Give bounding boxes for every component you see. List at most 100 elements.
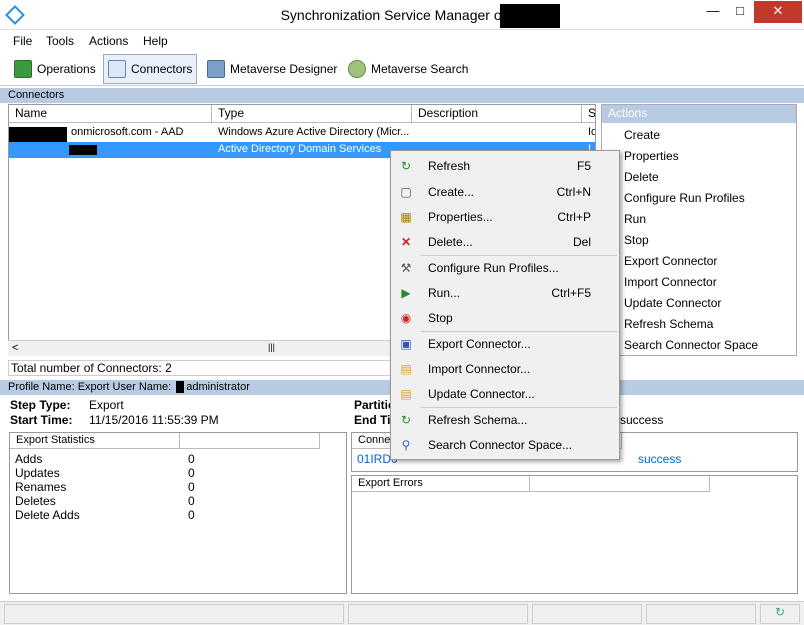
scroll-left-icon[interactable]: <: [12, 342, 18, 354]
status-bar: ↻: [0, 601, 804, 625]
export-errors-header: Export Errors: [352, 476, 530, 492]
column-name[interactable]: Name: [9, 105, 212, 123]
row-type: Windows Azure Active Directory (Micr...: [218, 126, 410, 138]
metaverse-search-label: Metaverse Search: [371, 62, 469, 76]
column-description[interactable]: Description: [412, 105, 582, 123]
action-export-connector[interactable]: Export Connector: [624, 254, 717, 268]
start-time-value: 11/15/2016 11:55:39 PM: [89, 413, 219, 427]
menu-tools[interactable]: Tools: [46, 34, 74, 48]
metaverse-search-icon: [348, 60, 366, 78]
actions-panel: Actions Create Properties Delete Configu…: [601, 104, 797, 356]
sync-status-icon: ↻: [760, 604, 800, 624]
context-item-create[interactable]: ▢ Create... Ctrl+N: [391, 181, 619, 203]
stat-deletes-label: Deletes: [15, 494, 56, 508]
context-item-configure-run-profiles[interactable]: ⚒ Configure Run Profiles...: [391, 257, 619, 279]
redacted-server-name: [500, 4, 560, 28]
minimize-button[interactable]: —: [700, 1, 726, 23]
create-icon: ▢: [400, 185, 412, 199]
connectors-label: Connectors: [131, 62, 193, 76]
connectors-section-header: Connectors: [0, 88, 804, 103]
refresh-icon: ↻: [400, 413, 412, 427]
close-button[interactable]: ✕: [754, 1, 802, 23]
menu-file[interactable]: File: [13, 34, 32, 48]
step-type-label: Step Type:: [10, 398, 71, 412]
stat-deletes-value: 0: [188, 494, 195, 508]
delete-icon: ✕: [400, 235, 412, 249]
action-update-connector[interactable]: Update Connector: [624, 296, 721, 310]
action-delete[interactable]: Delete: [624, 170, 659, 184]
context-item-update-connector[interactable]: ▤ Update Connector...: [391, 383, 619, 405]
connection-status-link[interactable]: success: [638, 452, 681, 466]
column-type[interactable]: Type: [212, 105, 412, 123]
status-cell: [348, 604, 528, 624]
stat-delete-adds-value: 0: [188, 508, 195, 522]
menu-separator: [421, 331, 617, 332]
operations-icon: [14, 60, 32, 78]
step-type-value: Export: [89, 398, 124, 412]
stat-delete-adds-label: Delete Adds: [15, 508, 80, 522]
window-title: Synchronization Service Manager on C: [280, 7, 524, 23]
menu-help[interactable]: Help: [143, 34, 168, 48]
export-errors-col2: [530, 476, 710, 492]
menu-bar: File Tools Actions Help: [0, 30, 804, 52]
connectors-icon: [108, 60, 126, 78]
action-create[interactable]: Create: [624, 128, 660, 142]
stat-updates-label: Updates: [15, 466, 60, 480]
status-cell: [646, 604, 756, 624]
end-time-label: End Tir: [354, 413, 396, 427]
column-state[interactable]: S: [582, 105, 595, 123]
metaverse-designer-label: Metaverse Designer: [230, 62, 338, 76]
context-item-refresh[interactable]: ↻ Refresh F5: [391, 155, 619, 177]
table-row[interactable]: onmicrosoft.com - AAD Windows Azure Acti…: [9, 125, 595, 155]
action-properties[interactable]: Properties: [624, 149, 679, 163]
context-item-stop[interactable]: ◉ Stop: [391, 307, 619, 329]
context-item-refresh-schema[interactable]: ↻ Refresh Schema...: [391, 409, 619, 431]
redacted-name: [69, 145, 97, 155]
stat-renames-label: Renames: [15, 480, 67, 494]
toolbar: Operations Connectors Metaverse Designer…: [0, 52, 804, 86]
scroll-thumb-grip-icon[interactable]: |||: [268, 342, 275, 352]
action-refresh-schema[interactable]: Refresh Schema: [624, 317, 713, 331]
maximize-button[interactable]: □: [727, 1, 753, 23]
redacted-user-domain: [176, 381, 185, 394]
status-cell: [4, 604, 344, 624]
action-configure-run-profiles[interactable]: Configure Run Profiles: [624, 191, 745, 205]
export-errors-panel: Export Errors: [351, 475, 798, 594]
stop-icon: ◉: [400, 311, 412, 325]
context-item-properties[interactable]: ▦ Properties... Ctrl+P: [391, 206, 619, 228]
connectors-button[interactable]: Connectors: [103, 54, 198, 84]
metaverse-designer-icon: [207, 60, 225, 78]
actions-header: Actions: [602, 105, 796, 123]
export-statistics-col2: [180, 433, 320, 449]
operations-label: Operations: [37, 62, 96, 76]
tools-icon: ⚒: [400, 261, 412, 275]
action-search-connector-space[interactable]: Search Connector Space: [624, 338, 758, 352]
metaverse-designer-button[interactable]: Metaverse Designer: [203, 54, 341, 84]
stat-updates-value: 0: [188, 466, 195, 480]
action-stop[interactable]: Stop: [624, 233, 649, 247]
export-statistics-header: Export Statistics: [10, 433, 180, 449]
context-item-import-connector[interactable]: ▤ Import Connector...: [391, 358, 619, 380]
start-time-label: Start Time:: [10, 413, 73, 427]
folder-icon: ▤: [400, 387, 412, 401]
title-bar: Synchronization Service Manager on C — □…: [0, 0, 804, 30]
folder-icon: ▤: [400, 362, 412, 376]
context-item-export-connector[interactable]: ▣ Export Connector...: [391, 333, 619, 355]
context-item-run[interactable]: ▶ Run... Ctrl+F5: [391, 282, 619, 304]
context-menu: ↻ Refresh F5 ▢ Create... Ctrl+N ▦ Proper…: [390, 150, 620, 460]
row-type: Active Directory Domain Services: [218, 143, 382, 155]
context-item-delete[interactable]: ✕ Delete... Del: [391, 231, 619, 253]
context-item-search-connector-space[interactable]: ⚲ Search Connector Space...: [391, 434, 619, 456]
properties-icon: ▦: [400, 210, 412, 224]
menu-separator: [421, 407, 617, 408]
refresh-icon: ↻: [400, 159, 412, 173]
menu-actions[interactable]: Actions: [89, 34, 128, 48]
status-cell: [532, 604, 642, 624]
operations-button[interactable]: Operations: [10, 54, 100, 84]
menu-separator: [421, 255, 617, 256]
metaverse-search-button[interactable]: Metaverse Search: [344, 54, 472, 84]
search-icon: ⚲: [401, 438, 411, 452]
action-import-connector[interactable]: Import Connector: [624, 275, 717, 289]
stat-adds-label: Adds: [15, 452, 43, 466]
action-run[interactable]: Run: [624, 212, 646, 226]
